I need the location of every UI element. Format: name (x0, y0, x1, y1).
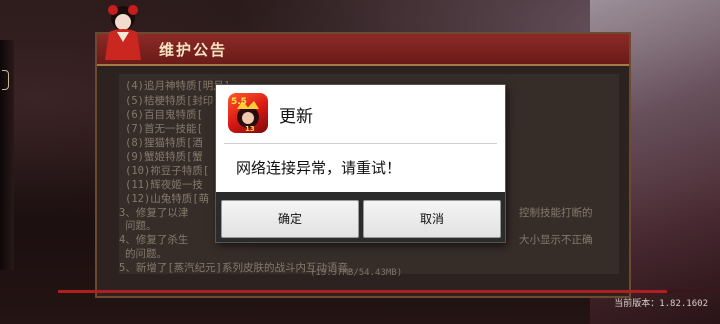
notice-line: (6)百目鬼特质[ (125, 109, 203, 121)
download-progress-fill (58, 290, 668, 293)
dialog-divider (224, 143, 497, 144)
notice-line: 问题。 (125, 220, 157, 232)
download-progress-text: (13.37MB/54.43MB) (310, 268, 403, 278)
notice-line: (10)祢豆子特质[ (125, 165, 210, 177)
confirm-button[interactable]: 确定 (221, 200, 359, 238)
notice-header: 维护公告 (97, 34, 629, 66)
notice-line: (5)桔梗特质[封印 (125, 95, 214, 107)
app-icon-subbadge: 13 (245, 125, 255, 133)
dialog-button-bar: 确定 取消 (216, 192, 505, 242)
cancel-button[interactable]: 取消 (363, 200, 501, 238)
download-progress-bar (58, 290, 720, 293)
dialog-title: 更新 (279, 107, 313, 127)
dialog-message: 网络连接异常，请重试！ (236, 159, 402, 177)
notice-line-fragment: 控制技能打断的 (519, 207, 593, 219)
notice-line-fragment: 大小显示不正确 (519, 234, 593, 246)
notice-title: 维护公告 (159, 41, 228, 59)
update-error-dialog: 5.5 13 更新 网络连接异常，请重试！ 确定 取消 (216, 85, 505, 242)
notice-line: (8)狸猫特质[酒 (125, 137, 203, 149)
side-handle-icon[interactable] (2, 70, 9, 90)
notice-line: (7)首无一技能[ (125, 123, 203, 135)
notice-line: (4)追月神特质[明月] (125, 80, 231, 92)
notice-line: (9)蟹姬特质[蟹 (125, 151, 203, 163)
dialog-header: 5.5 13 更新 (216, 85, 505, 141)
notice-line: (11)辉夜姬一技 (125, 179, 203, 191)
notice-line: 4、修复了杀生 (119, 234, 189, 246)
notice-line: (12)山兔特质[萌 (125, 193, 210, 205)
shrine-maiden-mascot-icon (105, 5, 141, 60)
notice-line: 的问题。 (125, 248, 167, 260)
app-icon-badge: 5.5 (231, 97, 247, 107)
onmyoji-app-icon: 5.5 13 (228, 93, 268, 133)
version-label: 当前版本：1.82.1602 (614, 299, 708, 309)
